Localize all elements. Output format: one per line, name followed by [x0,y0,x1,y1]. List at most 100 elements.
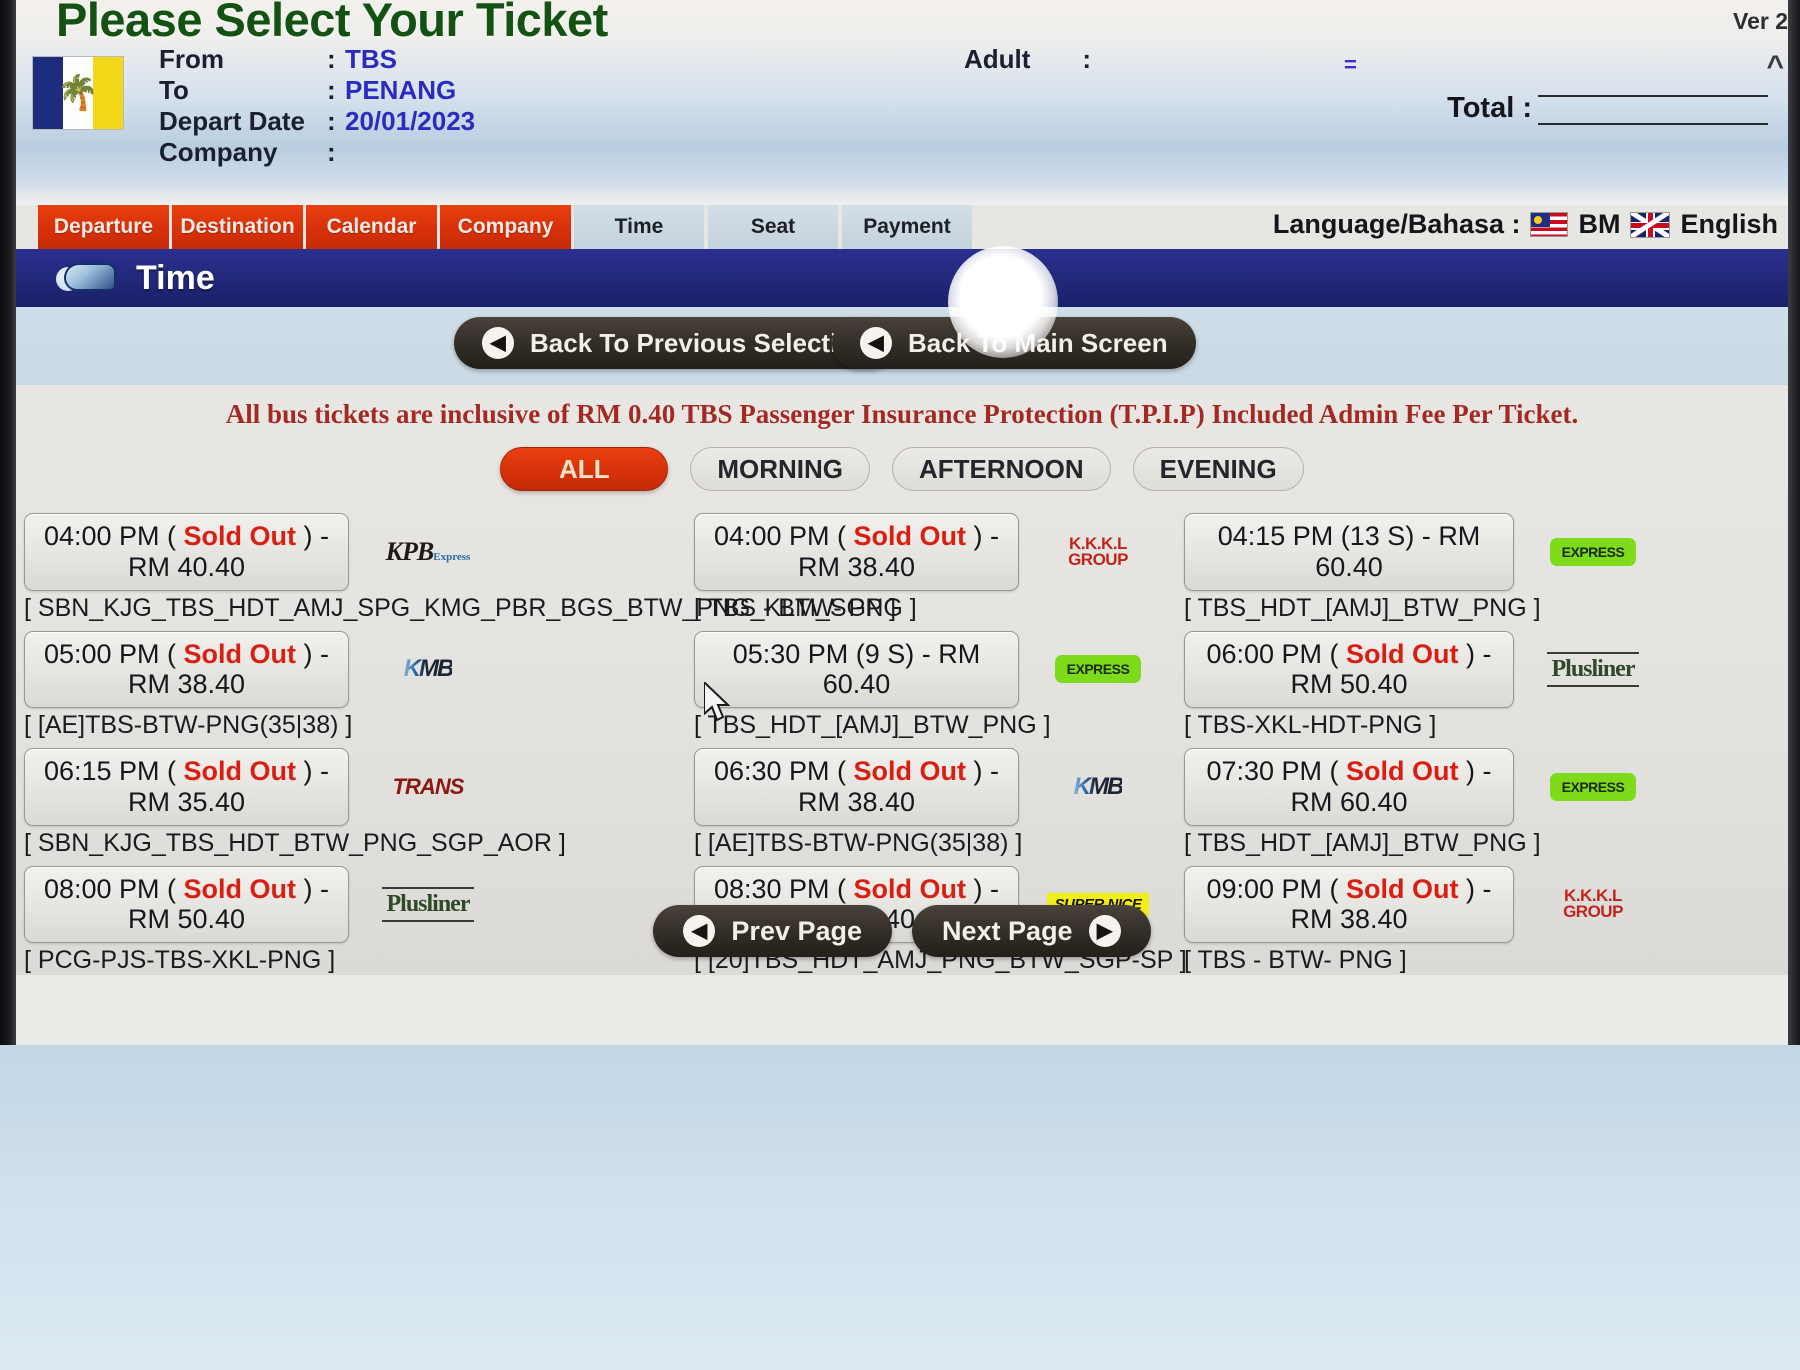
trip-time: 06:15 PM [43,756,160,787]
time-of-day-filter-group: ALL MORNING AFTERNOON EVENING [14,447,1790,491]
page-title: Please Select Your Ticket [56,0,608,46]
filter-evening[interactable]: EVENING [1132,447,1304,491]
back-to-main-screen-button[interactable]: ◀ Back To Main Screen [832,317,1196,369]
trip-currency: RM [127,786,170,817]
filter-all[interactable]: ALL [500,447,669,491]
back-to-previous-selection-label: Back To Previous Selection [530,327,870,358]
company-colon: : [327,137,336,167]
trip-status: Sold Out [183,873,297,904]
trip-status: Sold Out [183,756,297,787]
version-label: Ver 2 [1733,8,1788,34]
to-colon: : [327,75,336,105]
operator-logo-green-express: EXPRESS [1528,529,1658,575]
next-page-label: Next Page [942,915,1073,946]
ticket-header: Please Select Your Ticket Ver 2 🌴 From :… [14,0,1790,205]
from-label: From [159,44,224,74]
bus-icon [56,259,118,297]
malaysia-flag-icon[interactable] [1530,212,1569,237]
operator-logo-transnasional: TRANS [363,764,493,810]
trip-currency: RM [797,551,840,582]
next-page-button[interactable]: Next Page ▶ [912,905,1151,957]
language-english-option[interactable]: English [1680,209,1778,240]
trip-currency: RM [1438,521,1481,551]
pagination-controls: ◀ Prev Page Next Page ▶ [14,905,1790,957]
operator-logo-kpb: KPBExpress [363,529,493,575]
trip-status: Sold Out [183,521,297,551]
trip-item: 06:15 PM ( Sold Out ) - RM 35.40 TRANS [… [24,748,694,858]
penang-flag-icon: 🌴 [32,56,124,130]
trip-time: 07:30 PM [1206,756,1323,787]
filter-afternoon[interactable]: AFTERNOON [891,447,1111,491]
tab-departure[interactable]: Departure [38,205,169,249]
to-label: To [159,75,189,105]
trip-status: Sold Out [183,638,297,669]
trip-time: 04:15 PM [1217,521,1334,551]
section-bar: Time [14,249,1790,307]
trip-route: [ SBN_KJG_TBS_HDT_AMJ_SPG_KMG_PBR_BGS_BT… [24,593,897,622]
trip-currency: RM [127,669,170,700]
trip-time: 06:30 PM [713,756,830,787]
trip-route: [ [AE]TBS-BTW-PNG(35|38) ] [24,711,353,740]
operator-logo-text: EXPRESS [1549,537,1637,566]
trip-button[interactable]: 04:15 PM (13 S) - RM 60.40 [1184,513,1514,591]
adult-label: Adult [964,44,1031,74]
trip-button[interactable]: 05:30 PM (9 S) - RM 60.40 [694,630,1019,709]
trip-price: 60.40 [822,669,891,700]
trip-status: Sold Out [853,873,967,904]
trip-item: 04:00 PM ( Sold Out ) - RM 40.40 KPBExpr… [24,513,897,623]
trip-status: Sold Out [1346,756,1459,787]
language-selector: Language/Bahasa : BM English [1273,209,1778,240]
trip-button[interactable]: 04:00 PM ( Sold Out ) - RM 38.40 [694,513,1019,591]
trip-currency: RM [797,786,840,817]
chevron-left-icon: ◀ [683,915,716,947]
trip-route: [ TBS_HDT_[AMJ]_BTW_PNG ] [1184,593,1541,622]
trip-route: [ TBS_HDT_[AMJ]_BTW_PNG ] [1184,828,1541,857]
scroll-up-icon[interactable]: ^ [1766,50,1784,84]
trip-button[interactable]: 07:30 PM ( Sold Out ) - RM 60.40 [1184,748,1514,826]
trip-button[interactable]: 06:30 PM ( Sold Out ) - RM 38.40 [694,748,1019,826]
tab-destination[interactable]: Destination [172,205,303,249]
trip-results-panel: All bus tickets are inclusive of RM 0.40… [14,385,1790,975]
trip-time: 05:00 PM [43,638,160,669]
trip-button[interactable]: 04:00 PM ( Sold Out ) - RM 40.40 [24,513,349,591]
trip-button[interactable]: 06:15 PM ( Sold Out ) - RM 35.40 [24,748,349,826]
tab-company[interactable]: Company [440,205,571,249]
trip-time: 04:00 PM [43,521,160,551]
monitor-bezel-left [0,0,16,1045]
trip-price: 38.40 [847,786,916,817]
from-colon: : [327,44,336,74]
operator-logo-text: KMB [1073,772,1125,800]
operator-logo-text: TRANS [392,773,465,799]
trip-item: 07:30 PM ( Sold Out ) - RM 60.40 EXPRESS… [1184,748,1790,858]
total-block: Total : [1447,92,1768,125]
uk-flag-icon[interactable] [1630,211,1671,238]
journey-info-row-to: To : PENANG [159,75,475,106]
trip-price: 40.40 [177,551,246,582]
operator-logo-plusliner: Plusliner [1528,646,1658,692]
tab-seat[interactable]: Seat [708,205,839,249]
trip-time: 09:00 PM [1206,873,1323,904]
operator-logo-subtext: Express [433,550,471,563]
trip-price: 38.40 [847,551,916,582]
trip-route: [ TBS_HDT_[AMJ]_BTW_PNG ] [694,711,1051,740]
trip-route: [ TBS-XKL-HDT-PNG ] [1184,711,1437,740]
trip-route: [ [AE]TBS-BTW-PNG(35|38) ] [694,828,1023,857]
operator-logo-green-express: EXPRESS [1528,764,1658,810]
photo-background-lower [0,1045,1800,1370]
trip-button[interactable]: 06:00 PM ( Sold Out ) - RM 50.40 [1184,630,1514,709]
tab-time[interactable]: Time [574,205,705,249]
prev-page-button[interactable]: ◀ Prev Page [653,905,893,957]
operator-logo-text: EXPRESS [1054,655,1142,684]
tab-payment[interactable]: Payment [842,205,973,249]
trip-button[interactable]: 05:00 PM ( Sold Out ) - RM 38.40 [24,630,349,709]
filter-morning[interactable]: MORNING [690,447,870,491]
trip-currency: RM [1290,669,1333,700]
tab-calendar[interactable]: Calendar [306,205,437,249]
depart-date-label: Depart Date [159,106,305,136]
back-to-previous-selection-button[interactable]: ◀ Back To Previous Selection [454,317,898,369]
operator-logo-kkkl: K.K.K.L GROUP [1033,529,1163,575]
back-navigation-band: ◀ Back To Previous Selection ◀ Back To M… [14,307,1790,385]
trip-status: 13 S [1349,521,1406,551]
trip-route: [ TBS - BTW- PNG ] [694,593,917,622]
language-bm-option[interactable]: BM [1578,209,1620,240]
